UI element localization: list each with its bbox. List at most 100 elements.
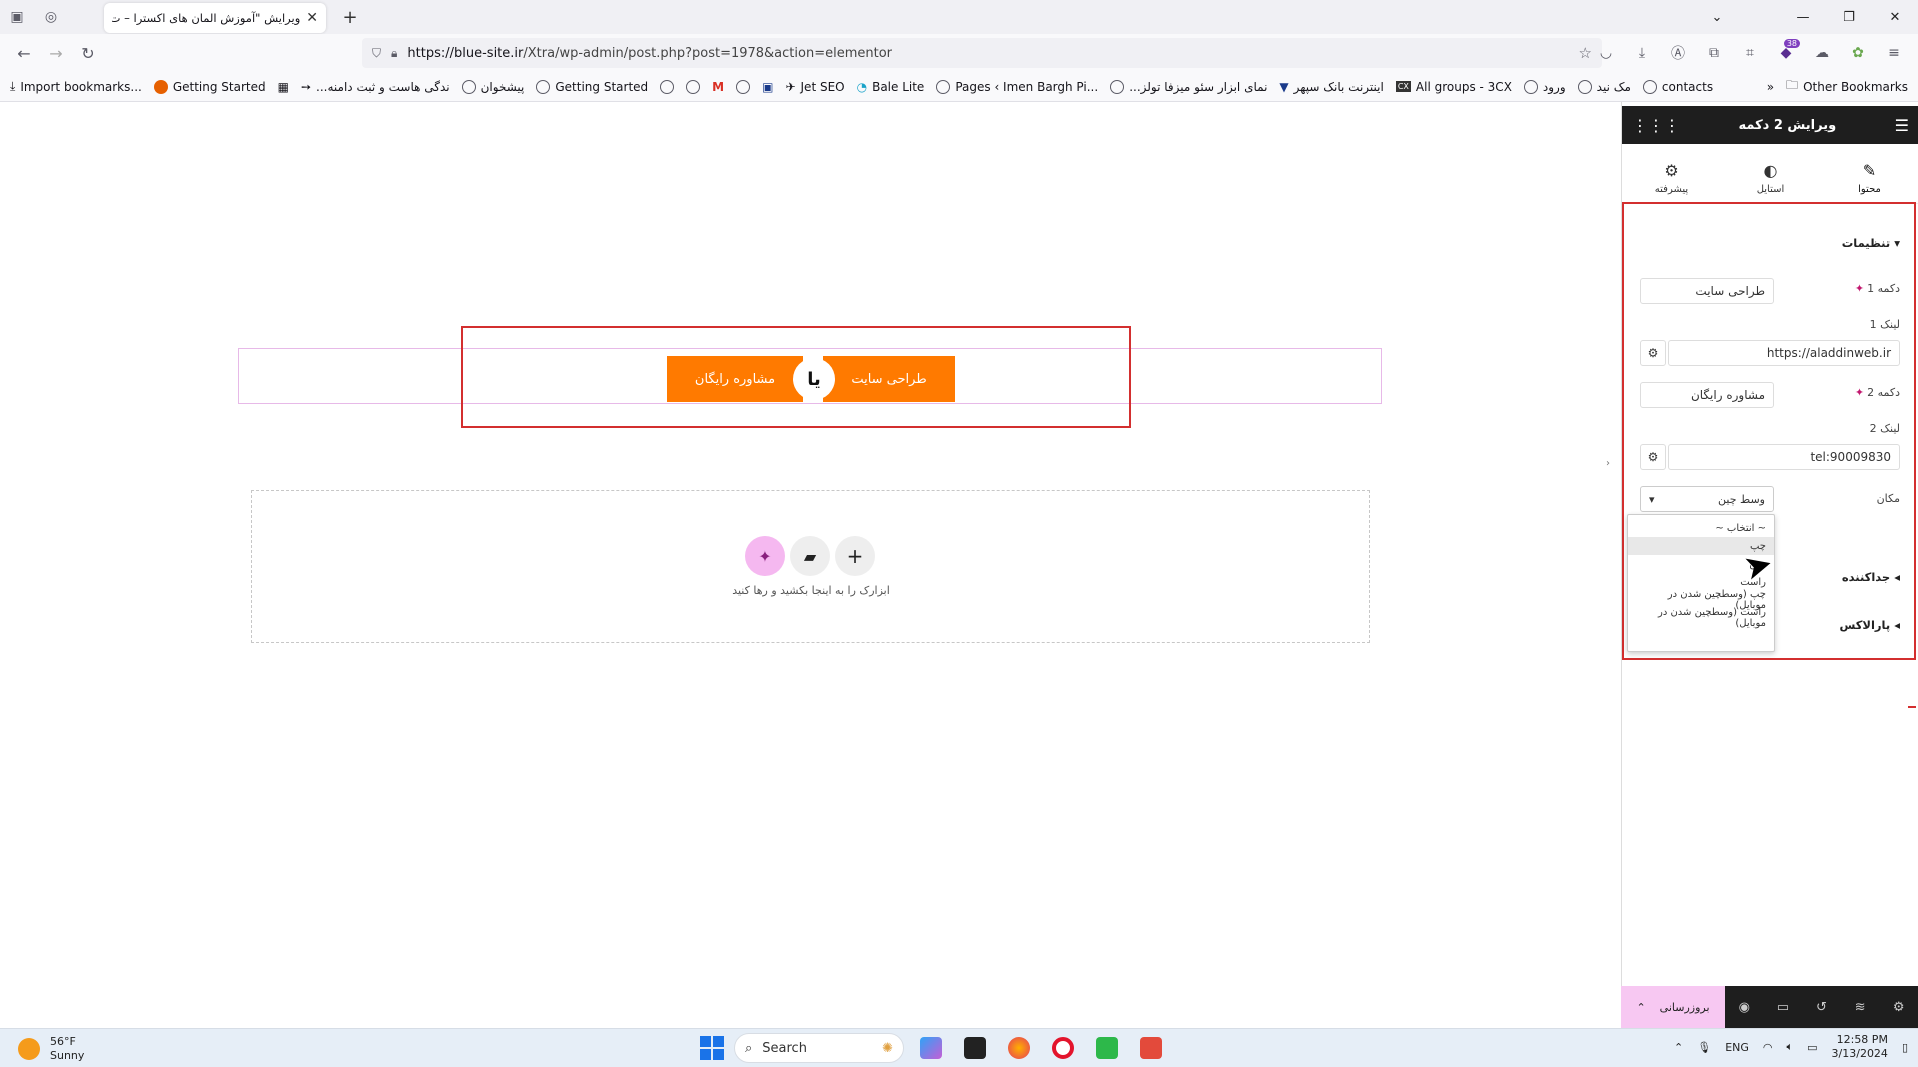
- responsive-icon[interactable]: ▭: [1764, 1000, 1803, 1015]
- pencil-icon: ✎: [1862, 160, 1877, 180]
- button1-input[interactable]: طراحی سایت: [1640, 278, 1774, 304]
- extensions-icon[interactable]: ⧉: [1698, 37, 1730, 69]
- tab-list-icon[interactable]: ▣: [0, 0, 34, 34]
- parallax-section-toggle[interactable]: ◂ پارالاکس: [1820, 618, 1900, 632]
- weather-widget[interactable]: 56°F Sunny: [18, 1035, 84, 1063]
- bookmark-item[interactable]: ورود: [1523, 79, 1566, 94]
- update-button[interactable]: بروزرسانی ⌃: [1621, 986, 1725, 1028]
- downloads-icon[interactable]: ⤓: [1626, 37, 1658, 69]
- wifi-icon[interactable]: ◠: [1763, 1041, 1773, 1054]
- forward-button[interactable]: →: [40, 37, 72, 69]
- link2-input[interactable]: tel:90009830: [1668, 444, 1900, 470]
- history-icon[interactable]: ↺: [1802, 1000, 1841, 1015]
- extension-badge-icon[interactable]: ◆ 38: [1770, 37, 1802, 69]
- ai-sparkle-icon[interactable]: ✦: [1855, 386, 1864, 399]
- bookmark-item[interactable]: Getting Started: [536, 79, 648, 94]
- language-indicator[interactable]: ENG: [1725, 1041, 1749, 1054]
- settings-section-toggle[interactable]: ▾ تنظیمات: [1830, 236, 1900, 250]
- other-bookmarks[interactable]: 🗀 Other Bookmarks: [1786, 76, 1908, 97]
- bookmark-item[interactable]: contacts: [1642, 79, 1713, 94]
- bookmark-item[interactable]: مک نید: [1577, 79, 1631, 94]
- chevron-up-icon[interactable]: ⌃: [1636, 1001, 1645, 1014]
- tab-close-icon[interactable]: ✕: [306, 10, 318, 26]
- menu-icon[interactable]: ≡: [1878, 37, 1910, 69]
- separator-section-toggle[interactable]: ◂ جداکننده: [1820, 570, 1900, 584]
- dropdown-option[interactable]: راست (وسطچین شدن در موبایل): [1628, 607, 1774, 629]
- bookmark-item[interactable]: Getting Started: [153, 79, 266, 94]
- tab-content[interactable]: ✎ محتوا: [1820, 152, 1918, 203]
- active-tab[interactable]: ویرایش "آموزش المان های اکسترا – ت ✕: [104, 3, 326, 33]
- settings-gear-icon[interactable]: ⚙: [1879, 1000, 1918, 1015]
- position-select[interactable]: وسط چین ▾: [1640, 486, 1774, 512]
- ai-sparkle-button[interactable]: ✦: [745, 536, 785, 576]
- lock-icon[interactable]: 🔒︎: [391, 46, 397, 61]
- bookmark-item[interactable]: [660, 79, 675, 94]
- copilot-app-icon[interactable]: [914, 1033, 948, 1063]
- restore-button[interactable]: ❐: [1826, 0, 1872, 34]
- red-app-icon[interactable]: [1134, 1033, 1168, 1063]
- preview-eye-icon[interactable]: ◉: [1725, 1000, 1764, 1015]
- bookmark-item[interactable]: [736, 79, 751, 94]
- bookmarks-overflow-icon[interactable]: »: [1767, 80, 1774, 94]
- shield-icon[interactable]: ⛉: [372, 46, 381, 61]
- link1-options-gear-icon[interactable]: ⚙: [1640, 340, 1666, 366]
- account-icon[interactable]: Ⓐ: [1662, 37, 1694, 69]
- reload-button[interactable]: ↻: [72, 37, 104, 69]
- microphone-icon[interactable]: 🎙︎: [1697, 1041, 1711, 1054]
- bookmark-item[interactable]: Pages ‹ Imen Bargh Pi...: [936, 79, 1098, 94]
- widgets-grid-icon[interactable]: ⋮⋮⋮: [1632, 116, 1680, 135]
- bookmark-item[interactable]: ...نمای ابزار سئو میزفا تولز: [1110, 79, 1267, 94]
- caret-left-icon: ◂: [1894, 570, 1900, 584]
- gear-extension-icon[interactable]: ✿: [1842, 37, 1874, 69]
- crop-extension-icon[interactable]: ⌗: [1734, 37, 1766, 69]
- canvas-button-1[interactable]: طراحی سایت: [823, 356, 955, 402]
- url-text[interactable]: https://blue-site.ir/Xtra/wp-admin/post.…: [407, 46, 1568, 61]
- back-button[interactable]: ←: [8, 37, 40, 69]
- link1-input[interactable]: https://aladdinweb.ir: [1668, 340, 1900, 366]
- template-folder-button[interactable]: ▰: [790, 536, 830, 576]
- bookmark-item[interactable]: CX All groups - 3CX: [1395, 80, 1512, 94]
- new-tab-button[interactable]: +: [338, 7, 362, 28]
- bookmark-item[interactable]: ➙ ...ندگی هاست و ثبت دامنه: [301, 80, 450, 94]
- panel-collapse-arrow-icon[interactable]: ›: [1606, 458, 1610, 469]
- volume-icon[interactable]: 🔈︎: [1787, 1040, 1794, 1054]
- tray-chevron-up-icon[interactable]: ⌃: [1674, 1041, 1683, 1054]
- tab-advanced[interactable]: ⚙ پیشرفته: [1622, 152, 1721, 203]
- clock[interactable]: 12:58 PM 3/13/2024: [1832, 1033, 1888, 1061]
- firefox-app-icon[interactable]: [1002, 1033, 1036, 1063]
- taskbar-search[interactable]: ⌕ Search ✺: [734, 1033, 904, 1063]
- bookmark-item[interactable]: ✈ Jet SEO: [785, 80, 844, 94]
- bookmark-item[interactable]: ◔ Bale Lite: [857, 80, 925, 94]
- link2-options-gear-icon[interactable]: ⚙: [1640, 444, 1666, 470]
- notification-icon[interactable]: ▯: [1902, 1041, 1908, 1054]
- elementor-canvas: طراحی سایت مشاوره رایگان یا ✦ ▰ + ابزارک…: [0, 102, 1621, 1028]
- tab-favicon-icon[interactable]: ◎: [34, 0, 68, 34]
- hamburger-menu-icon[interactable]: ☰: [1895, 116, 1909, 135]
- terminal-app-icon[interactable]: [958, 1033, 992, 1063]
- minimize-button[interactable]: —: [1780, 0, 1826, 34]
- bookmark-item[interactable]: [686, 79, 701, 94]
- tab-overflow-chevron-icon[interactable]: ⌄: [1694, 0, 1740, 34]
- add-section-button[interactable]: +: [835, 536, 875, 576]
- bookmark-item[interactable]: پیشخوان: [461, 79, 524, 94]
- bookmark-item[interactable]: ⤓ Import bookmarks...: [10, 79, 142, 94]
- bookmark-item[interactable]: ▼ اینترنت بانک سپهر: [1279, 80, 1383, 94]
- windows-start-icon[interactable]: [700, 1036, 724, 1060]
- windows-taskbar: 56°F Sunny ⌕ Search ✺ ⌃ 🎙︎ ENG ◠ 🔈︎ ▭ 12:58…: [0, 1028, 1918, 1067]
- bookmark-item[interactable]: ▦: [278, 80, 289, 94]
- ai-sparkle-icon[interactable]: ✦: [1855, 282, 1864, 295]
- close-window-button[interactable]: ✕: [1872, 0, 1918, 34]
- bookmark-item[interactable]: M: [712, 80, 724, 94]
- canvas-button-2[interactable]: مشاوره رایگان: [667, 356, 803, 402]
- cloud-extension-icon[interactable]: ☁: [1806, 37, 1838, 69]
- navigator-layers-icon[interactable]: ≋: [1841, 1000, 1880, 1015]
- pocket-icon[interactable]: ◡: [1590, 37, 1622, 69]
- dropdown-option[interactable]: ~ انتخاب ~: [1628, 519, 1774, 537]
- bookmark-item[interactable]: ▣: [762, 80, 773, 94]
- url-bar[interactable]: ⛉ 🔒︎ https://blue-site.ir/Xtra/wp-admin/…: [362, 38, 1602, 68]
- button2-input[interactable]: مشاوره رایگان: [1640, 382, 1774, 408]
- battery-icon[interactable]: ▭: [1807, 1041, 1817, 1054]
- tab-style[interactable]: ◐ استایل: [1721, 152, 1820, 203]
- green-app-icon[interactable]: [1090, 1033, 1124, 1063]
- opera-app-icon[interactable]: [1046, 1033, 1080, 1063]
